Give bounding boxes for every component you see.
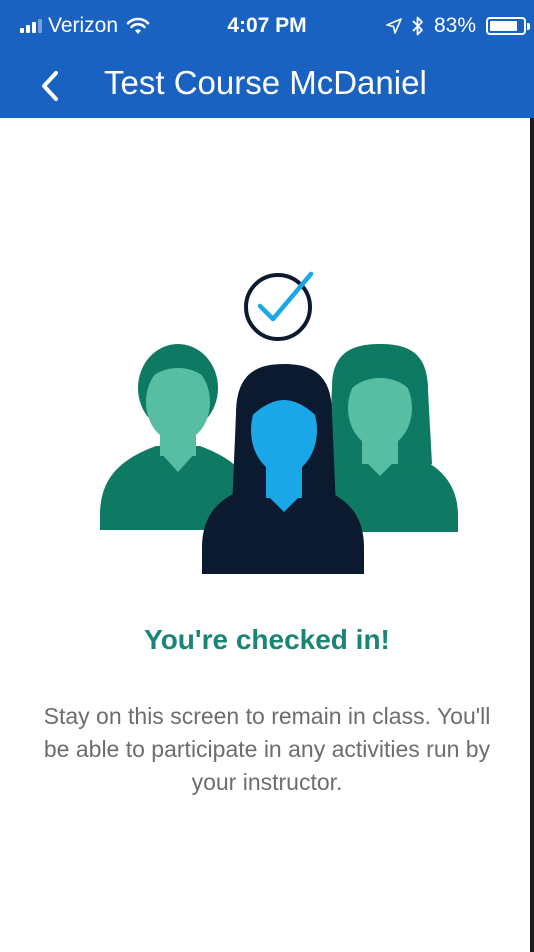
- app-header: Verizon 4:07 PM 83% Test Course McDaniel: [0, 0, 534, 118]
- back-button[interactable]: [30, 64, 70, 108]
- bluetooth-icon: [412, 16, 423, 36]
- chevron-left-icon: [42, 71, 58, 101]
- checked-in-heading: You're checked in!: [144, 624, 390, 655]
- checked-in-message: Stay on this screen to remain in class. …: [43, 703, 491, 795]
- nav-bar: Test Course McDaniel: [0, 56, 534, 118]
- status-right: 83%: [386, 14, 530, 38]
- battery-percent: 83%: [433, 14, 476, 37]
- location-arrow-icon: [386, 18, 402, 34]
- screen-edge: [530, 118, 534, 952]
- status-bar: Verizon 4:07 PM 83%: [0, 0, 534, 56]
- page-title: Test Course McDaniel: [104, 64, 427, 101]
- battery-icon: [486, 17, 530, 35]
- check-circle-icon: [244, 271, 314, 341]
- battery-tip: [527, 23, 530, 30]
- checked-in-group-icon: [100, 271, 458, 574]
- battery-level: [490, 21, 517, 31]
